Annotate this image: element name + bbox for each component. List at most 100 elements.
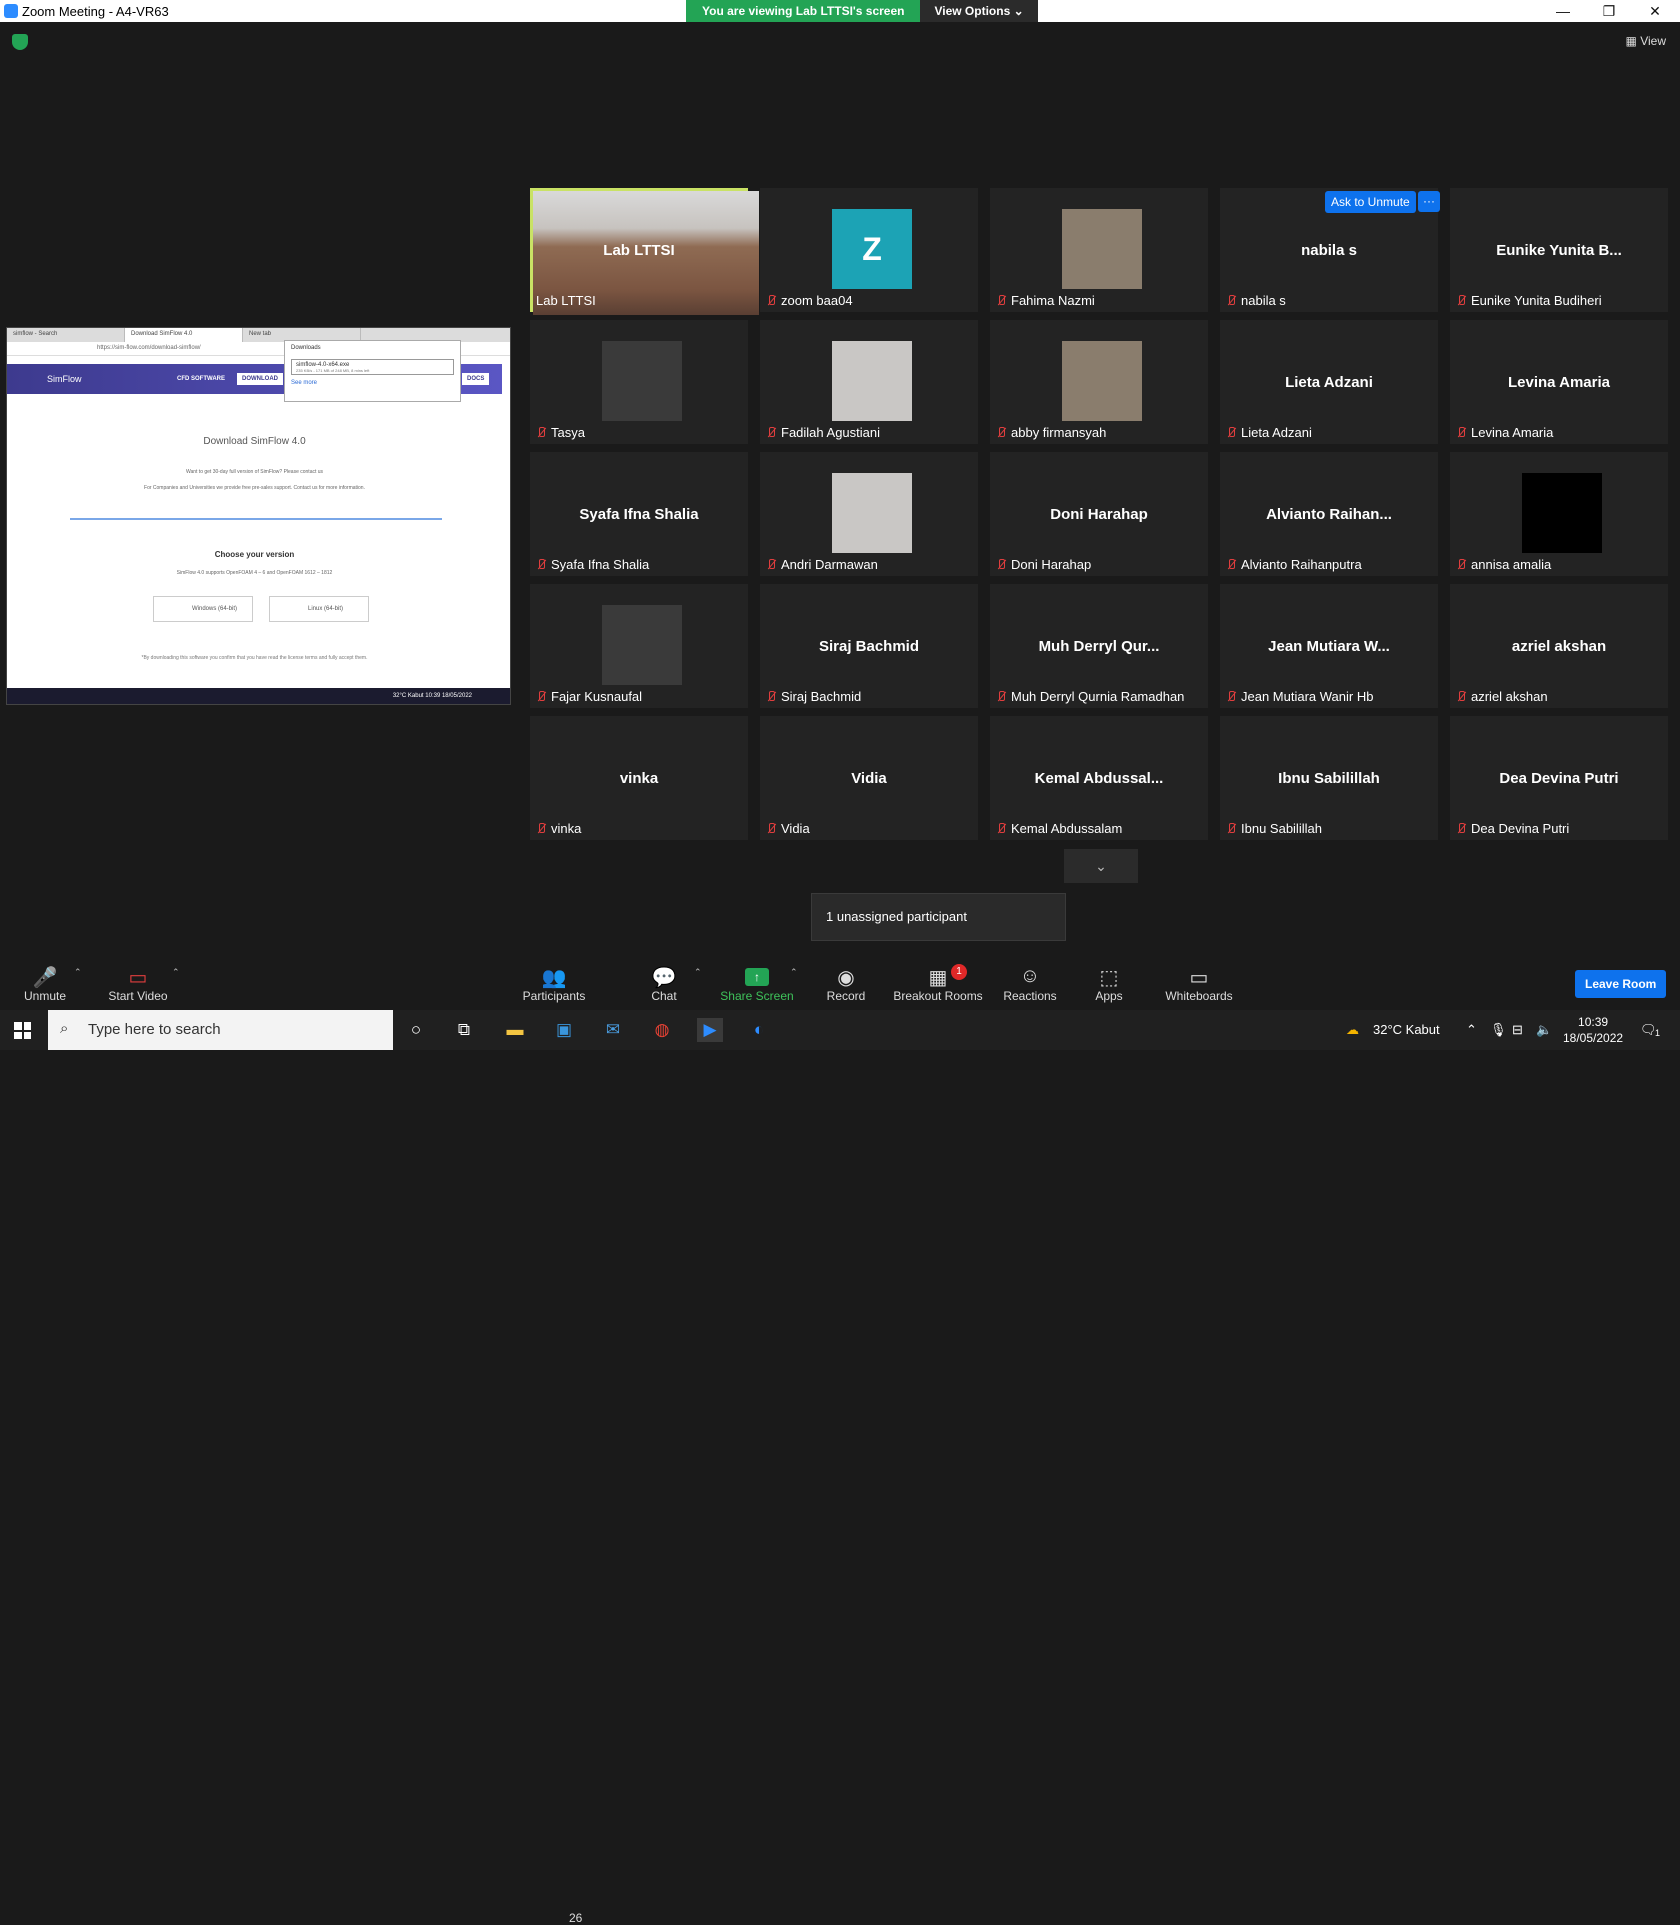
participant-tile[interactable]: Doni Harahap Doni Harahap: [990, 452, 1208, 576]
start-video-label: Start Video: [108, 989, 168, 1003]
muted-mic-icon: [536, 558, 546, 571]
leave-room-button[interactable]: Leave Room: [1575, 970, 1667, 998]
participant-tile[interactable]: Kemal Abdussal... Kemal Abdussalam: [990, 716, 1208, 840]
participants-button[interactable]: 👥 Participants: [509, 965, 599, 1003]
view-button[interactable]: ▦ View: [1626, 34, 1666, 48]
participant-name-label: abby firmansyah: [996, 425, 1106, 440]
apps-icon: ⬚: [1099, 967, 1119, 989]
chat-caret-icon[interactable]: ⌃: [694, 967, 702, 978]
clock-date: 18/05/2022: [1563, 1031, 1624, 1045]
mail-icon[interactable]: ✉: [600, 1018, 626, 1042]
muted-mic-icon: [766, 822, 776, 835]
volume-icon[interactable]: 🔈: [1536, 1022, 1552, 1038]
participant-tile[interactable]: annisa amalia: [1450, 452, 1668, 576]
share-screen-icon: ↑: [745, 968, 769, 986]
unassigned-participant-notice[interactable]: 1 unassigned participant: [811, 893, 1066, 941]
share-caret-icon[interactable]: ⌃: [790, 967, 798, 978]
more-options-button[interactable]: ···: [1418, 191, 1440, 212]
participant-display-name: Siraj Bachmid: [818, 638, 920, 655]
file-explorer-icon[interactable]: ▬: [502, 1018, 528, 1042]
participant-tile[interactable]: vinka vinka: [530, 716, 748, 840]
muted-mic-icon: [1456, 426, 1466, 439]
windows-start-icon[interactable]: [14, 1022, 31, 1039]
see-more-link[interactable]: See more: [291, 380, 454, 386]
nav-cfd-software[interactable]: CFD SOFTWARE: [177, 376, 225, 382]
security-shield-icon[interactable]: [12, 34, 28, 50]
muted-mic-icon: [536, 426, 546, 439]
close-icon[interactable]: ✕: [1632, 0, 1678, 22]
participant-name: Siraj Bachmid: [781, 689, 862, 704]
participant-tile[interactable]: azriel akshan azriel akshan: [1450, 584, 1668, 708]
participant-tile[interactable]: Andri Darmawan: [760, 452, 978, 576]
nav-download[interactable]: DOWNLOAD: [237, 373, 283, 385]
participant-name: Dea Devina Putri: [1471, 821, 1570, 836]
chevron-down-icon[interactable]: ⌄: [1064, 849, 1138, 883]
participant-tile[interactable]: Dea Devina Putri Dea Devina Putri: [1450, 716, 1668, 840]
minimize-icon[interactable]: —: [1540, 0, 1586, 22]
breakout-rooms-button[interactable]: ▦ Breakout Rooms: [892, 965, 984, 1003]
microphone-icon[interactable]: 🎙: [1490, 1022, 1507, 1038]
profile-picture: [602, 341, 682, 421]
weather-icon: ☁: [1346, 1022, 1359, 1037]
remote-app-icon[interactable]: ◐: [746, 1018, 772, 1042]
share-screen-button[interactable]: ↑ Share Screen: [712, 965, 802, 1003]
network-icon[interactable]: ⊟: [1512, 1022, 1523, 1038]
store-icon[interactable]: ▣: [551, 1018, 577, 1042]
participant-tile[interactable]: Eunike Yunita B... Eunike Yunita Budiheri: [1450, 188, 1668, 312]
download-item[interactable]: simflow-4.0-x64.exe 235 KB/s - 171 MB of…: [291, 359, 454, 375]
participant-display-name: Syafa Ifna Shalia: [579, 506, 699, 523]
participant-tile[interactable]: Zzoom baa04: [760, 188, 978, 312]
participant-display-name: Lab LTTSI: [603, 242, 675, 259]
cortana-icon[interactable]: ○: [403, 1018, 429, 1042]
record-button[interactable]: ◉ Record: [801, 965, 891, 1003]
tray-caret-icon[interactable]: ⌃: [1466, 1022, 1477, 1038]
participant-tile[interactable]: Fadilah Agustiani: [760, 320, 978, 444]
participant-tile[interactable]: Vidia Vidia: [760, 716, 978, 840]
linux-download-button[interactable]: Linux (64-bit): [269, 596, 369, 622]
participant-tile[interactable]: Jean Mutiara W... Jean Mutiara Wanir Hb: [1220, 584, 1438, 708]
participant-tile[interactable]: Muh Derryl Qur... Muh Derryl Qurnia Ramad…: [990, 584, 1208, 708]
windows-download-button[interactable]: Windows (64-bit): [153, 596, 253, 622]
participant-name-label: Dea Devina Putri: [1456, 821, 1569, 836]
start-video-button[interactable]: ▭ Start Video: [93, 965, 183, 1003]
audio-caret-icon[interactable]: ⌃: [74, 967, 82, 978]
whiteboards-button[interactable]: ▭ Whiteboards: [1154, 965, 1244, 1003]
shared-screen[interactable]: simflow - Search Download SimFlow 4.0 Ne…: [6, 327, 511, 705]
breakout-rooms-icon: ▦: [928, 967, 948, 989]
restore-icon[interactable]: ❐: [1586, 0, 1632, 22]
participant-name-label: zoom baa04: [766, 293, 853, 308]
apps-button[interactable]: ⬚ Apps: [1064, 965, 1154, 1003]
zoom-taskbar-icon[interactable]: ▶: [697, 1018, 723, 1042]
browser-tab[interactable]: Download SimFlow 4.0: [125, 328, 243, 342]
participant-tile[interactable]: Syafa Ifna Shalia Syafa Ifna Shalia: [530, 452, 748, 576]
muted-mic-icon: [766, 426, 776, 439]
reactions-button[interactable]: ☺ Reactions: [985, 965, 1075, 1003]
muted-mic-icon: [996, 294, 1006, 307]
participant-tile[interactable]: Tasya: [530, 320, 748, 444]
participant-tile[interactable]: abby firmansyah: [990, 320, 1208, 444]
chrome-icon[interactable]: ◍: [649, 1018, 675, 1042]
participant-name-label: Jean Mutiara Wanir Hb: [1226, 689, 1373, 704]
view-options-button[interactable]: View Options ⌄: [920, 0, 1038, 22]
participant-tile[interactable]: Fajar Kusnaufal: [530, 584, 748, 708]
taskbar-clock[interactable]: 10:39 18/05/2022: [1563, 1014, 1623, 1046]
participant-display-name: azriel akshan: [1511, 638, 1607, 655]
participant-name: Doni Harahap: [1011, 557, 1092, 572]
task-view-icon[interactable]: ⧉: [451, 1018, 477, 1042]
ask-to-unmute-button[interactable]: Ask to Unmute: [1325, 191, 1416, 213]
participant-tile[interactable]: Siraj Bachmid Siraj Bachmid: [760, 584, 978, 708]
participant-tile[interactable]: Lab LTTSI Lab LTTSI: [530, 188, 759, 315]
participant-tile[interactable]: Lieta Adzani Lieta Adzani: [1220, 320, 1438, 444]
participant-name-label: vinka: [536, 821, 581, 836]
nav-docs[interactable]: DOCS: [462, 373, 490, 385]
participant-tile[interactable]: Fahima Nazmi: [990, 188, 1208, 312]
muted-mic-icon: [996, 690, 1006, 703]
taskbar-search-box[interactable]: ⌕ Type here to search: [48, 1010, 393, 1050]
browser-tab[interactable]: simflow - Search: [7, 328, 125, 342]
participant-name: Eunike Yunita Budiheri: [1471, 293, 1602, 308]
participant-tile[interactable]: Levina Amaria Levina Amaria: [1450, 320, 1668, 444]
participant-tile[interactable]: Ibnu Sabilillah Ibnu Sabilillah: [1220, 716, 1438, 840]
video-caret-icon[interactable]: ⌃: [172, 967, 180, 978]
weather-text[interactable]: 32°C Kabut: [1373, 1022, 1440, 1037]
participant-tile[interactable]: Alvianto Raihan... Alvianto Raihanputra: [1220, 452, 1438, 576]
